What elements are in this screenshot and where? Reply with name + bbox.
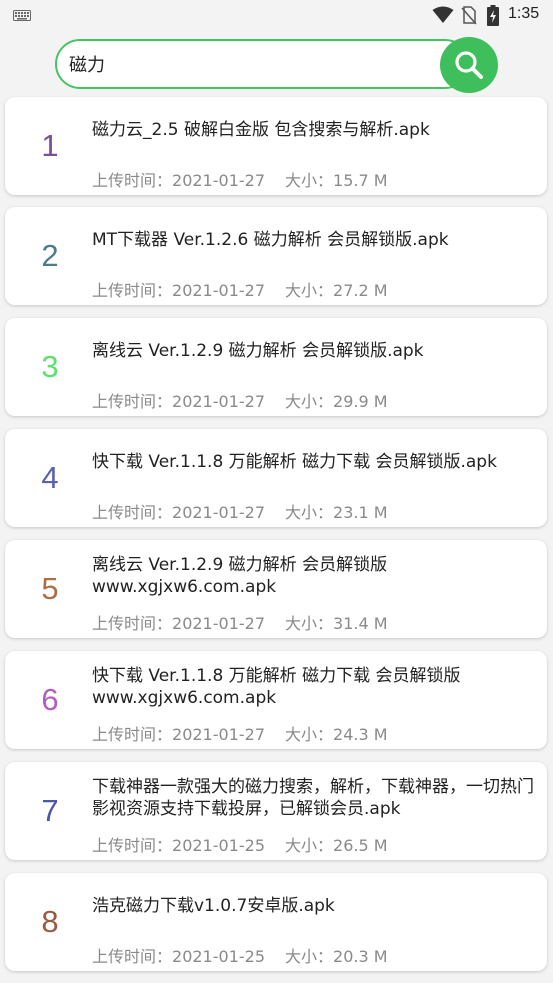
result-meta: 上传时间：2021-01-27 大小：31.4 M xyxy=(92,610,388,634)
file-size: 20.3 M xyxy=(333,947,388,966)
battery-charging-icon xyxy=(487,5,499,26)
result-title: MT下载器 Ver.1.2.6 磁力解析 会员解锁版.apk xyxy=(92,230,449,250)
result-rank: 4 xyxy=(41,460,59,495)
result-card[interactable]: 8 浩克磁力下载v1.0.7安卓版.apk 上传时间：2021-01-25 大小：… xyxy=(5,873,547,971)
result-rank: 7 xyxy=(41,793,59,828)
file-size: 23.1 M xyxy=(333,503,388,522)
upload-time-label: 上传时间： xyxy=(92,614,173,633)
upload-time-label: 上传时间： xyxy=(92,281,173,300)
result-card[interactable]: 2 MT下载器 Ver.1.2.6 磁力解析 会员解锁版.apk 上传时间：20… xyxy=(5,207,547,305)
upload-date: 2021-01-25 xyxy=(172,836,265,855)
result-title: 快下载 Ver.1.1.8 万能解析 磁力下载 会员解锁版 www.xgjxw6… xyxy=(92,666,461,708)
file-size: 29.9 M xyxy=(333,392,388,411)
size-label: 大小： xyxy=(285,171,334,190)
upload-date: 2021-01-27 xyxy=(172,725,265,744)
result-meta: 上传时间：2021-01-27 大小：15.7 M xyxy=(92,167,388,191)
result-rank: 8 xyxy=(41,904,59,939)
result-card[interactable]: 4 快下载 Ver.1.1.8 万能解析 磁力下载 会员解锁版.apk 上传时间… xyxy=(5,429,547,527)
result-meta: 上传时间：2021-01-27 大小：24.3 M xyxy=(92,721,388,745)
result-rank: 2 xyxy=(41,238,59,273)
result-meta: 上传时间：2021-01-27 大小：23.1 M xyxy=(92,499,388,523)
upload-time-label: 上传时间： xyxy=(92,836,173,855)
result-title: 快下载 Ver.1.1.8 万能解析 磁力下载 会员解锁版.apk xyxy=(92,452,497,472)
upload-time-label: 上传时间： xyxy=(92,503,173,522)
result-meta: 上传时间：2021-01-27 大小：29.9 M xyxy=(92,388,388,412)
upload-date: 2021-01-27 xyxy=(172,392,265,411)
result-card[interactable]: 3 离线云 Ver.1.2.9 磁力解析 会员解锁版.apk 上传时间：2021… xyxy=(5,318,547,416)
upload-time-label: 上传时间： xyxy=(92,725,173,744)
wifi-icon xyxy=(432,6,454,23)
no-sim-icon xyxy=(461,6,477,25)
size-label: 大小： xyxy=(285,725,334,744)
size-label: 大小： xyxy=(285,281,334,300)
size-label: 大小： xyxy=(285,947,334,966)
result-title: 磁力云_2.5 破解白金版 包含搜索与解析.apk xyxy=(92,120,430,140)
upload-time-label: 上传时间： xyxy=(92,392,173,411)
status-bar: 1:35 xyxy=(0,0,553,30)
search-input[interactable] xyxy=(55,39,470,89)
file-size: 15.7 M xyxy=(333,171,388,190)
result-card[interactable]: 7 下载神器一款强大的磁力搜索，解析，下载神器，一切热门影视资源支持下载投屏，已… xyxy=(5,762,547,860)
search-icon xyxy=(455,51,483,79)
size-label: 大小： xyxy=(285,614,334,633)
upload-date: 2021-01-27 xyxy=(172,281,265,300)
result-card[interactable]: 6 快下载 Ver.1.1.8 万能解析 磁力下载 会员解锁版 www.xgjx… xyxy=(5,651,547,749)
result-rank: 5 xyxy=(41,571,59,606)
result-title: 离线云 Ver.1.2.9 磁力解析 会员解锁版.apk xyxy=(92,341,424,361)
result-meta: 上传时间：2021-01-27 大小：27.2 M xyxy=(92,277,388,301)
result-rank: 1 xyxy=(41,128,59,163)
upload-date: 2021-01-27 xyxy=(172,614,265,633)
result-title: 下载神器一款强大的磁力搜索，解析，下载神器，一切热门影视资源支持下载投屏，已解锁… xyxy=(92,777,534,819)
upload-date: 2021-01-25 xyxy=(172,947,265,966)
upload-time-label: 上传时间： xyxy=(92,947,173,966)
size-label: 大小： xyxy=(285,836,334,855)
file-size: 24.3 M xyxy=(333,725,388,744)
size-label: 大小： xyxy=(285,503,334,522)
upload-date: 2021-01-27 xyxy=(172,171,265,190)
file-size: 26.5 M xyxy=(333,836,388,855)
file-size: 31.4 M xyxy=(333,614,388,633)
status-time: 1:35 xyxy=(508,5,540,22)
keyboard-icon xyxy=(13,10,31,21)
upload-time-label: 上传时间： xyxy=(92,171,173,190)
result-meta: 上传时间：2021-01-25 大小：26.5 M xyxy=(92,832,388,856)
result-title: 浩克磁力下载v1.0.7安卓版.apk xyxy=(92,896,335,916)
result-rank: 6 xyxy=(41,682,59,717)
result-title: 离线云 Ver.1.2.9 磁力解析 会员解锁版 www.xgjxw6.com.… xyxy=(92,555,388,597)
search-button[interactable] xyxy=(440,37,498,93)
result-rank: 3 xyxy=(41,349,59,384)
result-card[interactable]: 5 离线云 Ver.1.2.9 磁力解析 会员解锁版 www.xgjxw6.co… xyxy=(5,540,547,638)
search-bar xyxy=(55,37,498,93)
upload-date: 2021-01-27 xyxy=(172,503,265,522)
result-meta: 上传时间：2021-01-25 大小：20.3 M xyxy=(92,943,388,967)
size-label: 大小： xyxy=(285,392,334,411)
file-size: 27.2 M xyxy=(333,281,388,300)
result-card[interactable]: 1 磁力云_2.5 破解白金版 包含搜索与解析.apk 上传时间：2021-01… xyxy=(5,97,547,195)
